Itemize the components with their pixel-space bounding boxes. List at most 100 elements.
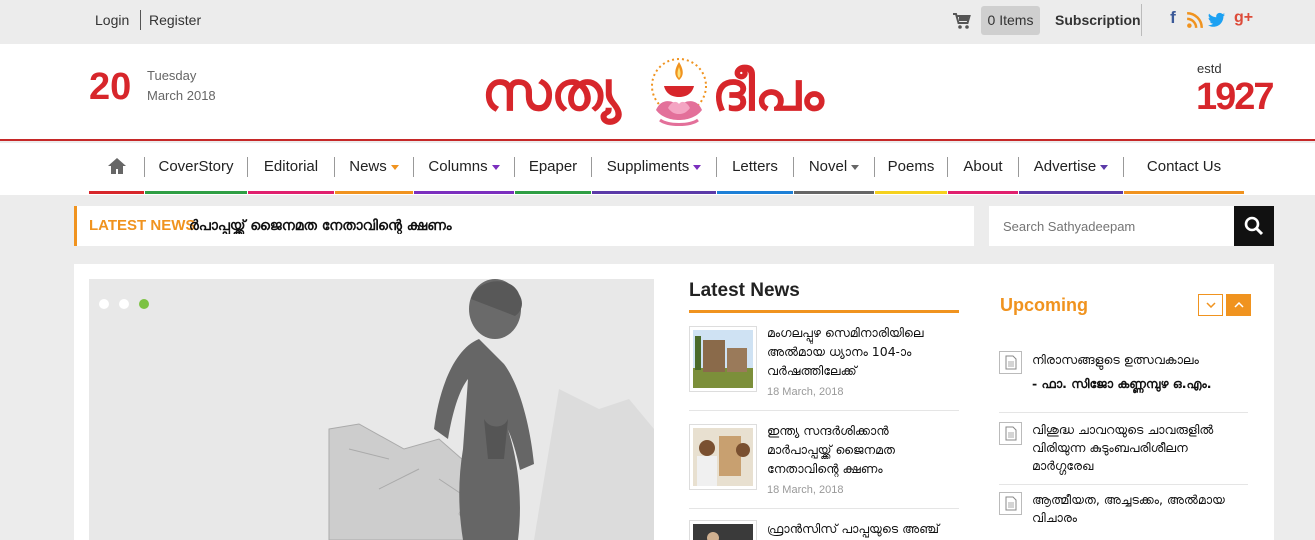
nav-underline [1124, 191, 1244, 194]
chevron-up-icon [1234, 302, 1244, 308]
news-item-title[interactable]: ഇന്ത്യ സന്ദര്‍ശിക്കാന്‍ മാര്‍പാപ്പയ്ക്ക്… [767, 421, 947, 478]
nav-label: Advertise [1033, 158, 1097, 175]
slider-dot[interactable] [119, 299, 129, 309]
news-thumbnail[interactable] [689, 520, 757, 540]
nav-underline [592, 191, 716, 194]
rss-icon[interactable] [1186, 10, 1204, 30]
upcoming-divider [999, 412, 1248, 413]
featured-image [89, 279, 654, 540]
nav-label: About [963, 158, 1003, 175]
logo-text-left: സത്യ [482, 60, 621, 123]
estd-year: 1927 [1196, 76, 1275, 118]
chevron-down-icon [390, 164, 399, 170]
chevron-down-icon [693, 164, 702, 170]
nav-label: Poems [887, 158, 935, 175]
news-thumbnail-image [693, 524, 753, 540]
twitter-icon[interactable] [1208, 10, 1226, 30]
nav-label: CoverStory [158, 158, 234, 175]
latest-news-ticker: LATEST NEWS ർപാപ്പയ്ക്ക് ജൈനമത നേതാവിന്റ… [74, 206, 974, 246]
document-icon [999, 422, 1022, 445]
nav-novel[interactable]: Novel [794, 143, 874, 194]
nav-label: Suppliments [606, 158, 690, 175]
nav-editorial[interactable]: Editorial [248, 143, 334, 194]
nav-underline [875, 191, 947, 194]
upcoming-divider [999, 484, 1248, 485]
ticker-headline[interactable]: ർപാപ്പയ്ക്ക് ജൈനമത നേതാവിന്റെ ക്ഷണം [189, 218, 609, 234]
scroll-down-button[interactable] [1198, 294, 1223, 316]
nav-epaper[interactable]: Epaper [515, 143, 591, 194]
slider-dot[interactable] [99, 299, 109, 309]
nav-advertise[interactable]: Advertise [1019, 143, 1123, 194]
news-thumbnail-image [693, 428, 753, 486]
chevron-down-icon [1100, 164, 1109, 170]
nav-label: Novel [808, 158, 848, 175]
news-item-title[interactable]: ഫ്രാന്‍സിസ് പാപ്പയുടെ അഞ്ച് [767, 519, 947, 538]
nav-news[interactable]: News [335, 143, 413, 194]
cart-items-badge[interactable]: 0 Items [981, 6, 1040, 35]
cart-icon[interactable] [952, 12, 972, 30]
date-month-year: March 2018 [147, 88, 216, 103]
news-thumbnail[interactable] [689, 424, 757, 490]
nav-coverstory[interactable]: CoverStory [145, 143, 247, 194]
home-icon [108, 158, 126, 174]
nav-underline [1019, 191, 1123, 194]
nav-underline [717, 191, 793, 194]
scroll-up-button[interactable] [1226, 294, 1251, 316]
upcoming-item-title[interactable]: വിശുദ്ധ ചാവറയുടെ ചാവരുളില്‍ വിരിയുന്ന കു… [1032, 421, 1247, 475]
ticker-label: LATEST NEWS [89, 217, 196, 234]
news-item-title[interactable]: മംഗലപ്പുഴ സെമിനാരിയിലെ അല്‍മായ ധ്യാനം 10… [767, 323, 947, 380]
nav-underline [248, 191, 334, 194]
register-link[interactable]: Register [149, 12, 201, 28]
latest-news-heading: Latest News [689, 280, 800, 301]
nav-underline [335, 191, 413, 194]
nav-letters[interactable]: Letters [717, 143, 793, 194]
nav-columns[interactable]: Columns [414, 143, 514, 194]
nav-about[interactable]: About [948, 143, 1018, 194]
nav-underline [89, 191, 144, 194]
nav-contact-us[interactable]: Contact Us [1124, 143, 1244, 194]
news-thumbnail[interactable] [689, 326, 757, 392]
news-item-date: 18 March, 2018 [767, 484, 844, 496]
nav-home[interactable] [89, 143, 144, 194]
news-thumbnail-image [693, 330, 753, 388]
date-weekday: Tuesday [147, 68, 197, 83]
chevron-down-icon [851, 164, 860, 170]
nav-underline [515, 191, 591, 194]
featured-slider[interactable] [89, 279, 654, 540]
estd-label: estd [1197, 61, 1222, 76]
logo-text-right: ദീപം [712, 60, 824, 123]
nav-underline [414, 191, 514, 194]
nav-poems[interactable]: Poems [875, 143, 947, 194]
search-button[interactable] [1234, 206, 1274, 246]
upcoming-heading: Upcoming [1000, 295, 1088, 315]
login-link[interactable]: Login [95, 12, 129, 28]
facebook-icon[interactable]: f [1164, 8, 1182, 28]
nav-underline [145, 191, 247, 194]
nav-suppliments[interactable]: Suppliments [592, 143, 716, 194]
site-logo[interactable]: സത്യ ദീപം [482, 50, 862, 132]
news-divider [689, 508, 959, 509]
google-plus-icon[interactable]: g+ [1234, 8, 1253, 28]
nav-label: Editorial [263, 158, 319, 175]
document-icon [999, 492, 1022, 515]
upcoming-item-title[interactable]: ആത്മീയത, അച്ചടക്കം, അല്‍മായ വിചാരം [1032, 491, 1247, 527]
upcoming-item-title[interactable]: നിരാസങ്ങളുടെ ഉത്സവകാലം [1032, 351, 1247, 369]
document-icon [999, 351, 1022, 374]
nav-label: Columns [428, 158, 488, 175]
chevron-down-icon [491, 164, 500, 170]
slider-dot-active[interactable] [139, 299, 149, 309]
nav-label: Contact Us [1146, 158, 1222, 175]
site-header: 20 Tuesday March 2018 സത്യ ദീപം estd 192… [0, 44, 1315, 141]
search-icon [1244, 216, 1264, 236]
search-input[interactable] [989, 206, 1234, 246]
topbar-divider [140, 10, 141, 30]
main-nav: CoverStory Editorial News Columns Epaper… [0, 143, 1315, 195]
heading-underline [689, 310, 959, 313]
news-divider [689, 410, 959, 411]
nav-label: News [349, 158, 387, 175]
news-item-date: 18 March, 2018 [767, 386, 844, 398]
date-day: 20 [89, 66, 132, 108]
nav-underline [948, 191, 1018, 194]
nav-label: Letters [732, 158, 778, 175]
subscription-link[interactable]: Subscription [1055, 12, 1141, 28]
